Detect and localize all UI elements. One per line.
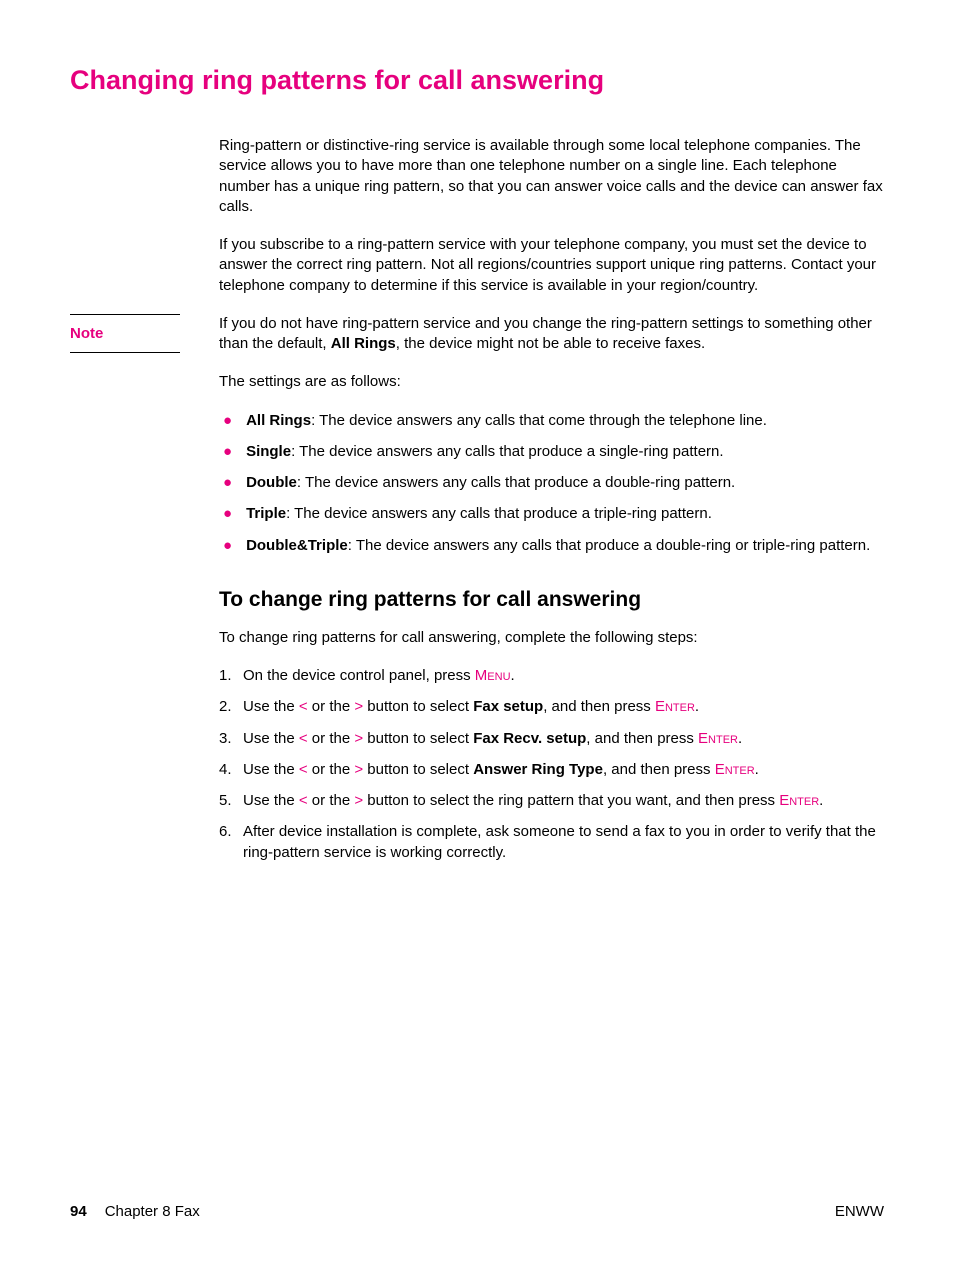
bullet-icon: ● xyxy=(223,504,232,524)
list-item: ● Triple: The device answers any calls t… xyxy=(219,504,884,524)
intro-para-1: Ring-pattern or distinctive-ring service… xyxy=(219,136,884,217)
period: . xyxy=(695,698,699,715)
steps-intro: To change ring patterns for call answeri… xyxy=(219,628,884,648)
note-post: , the device might not be able to receiv… xyxy=(396,335,705,352)
lt-icon: < xyxy=(299,698,308,715)
note-bold: All Rings xyxy=(331,335,396,352)
lt-icon: < xyxy=(299,761,308,778)
step-2: Use the < or the > button to select Fax … xyxy=(219,697,884,717)
bullet-desc: : The device answers any calls that come… xyxy=(311,412,767,429)
bullet-label: Triple xyxy=(246,505,286,522)
step-text: After device installation is complete, a… xyxy=(243,822,884,863)
step-text: Use the xyxy=(243,792,299,809)
page-title: Changing ring patterns for call answerin… xyxy=(70,65,884,96)
list-item: ● All Rings: The device answers any call… xyxy=(219,411,884,431)
lt-icon: < xyxy=(299,730,308,747)
key-enter: Enter xyxy=(655,698,695,715)
step-text: button to select the ring pattern that y… xyxy=(363,792,779,809)
note-text: If you do not have ring-pattern service … xyxy=(219,314,884,355)
step-text: On the device control panel, press xyxy=(243,667,475,684)
period: . xyxy=(738,730,742,747)
step-text: or the xyxy=(308,761,355,778)
step-bold: Fax Recv. setup xyxy=(473,730,586,747)
bullet-icon: ● xyxy=(223,536,232,556)
step-text: button to select xyxy=(363,698,473,715)
page-footer: 94 Chapter 8 Fax ENWW xyxy=(70,1203,884,1220)
step-text: , and then press xyxy=(543,698,655,715)
gt-icon: > xyxy=(354,698,363,715)
note-block: Note If you do not have ring-pattern ser… xyxy=(70,314,884,355)
step-text: , and then press xyxy=(603,761,715,778)
step-bold: Fax setup xyxy=(473,698,543,715)
lang-code: ENWW xyxy=(835,1203,884,1220)
bullet-label: Single xyxy=(246,443,291,460)
step-1: On the device control panel, press Menu. xyxy=(219,666,884,686)
key-enter: Enter xyxy=(779,792,819,809)
bullet-icon: ● xyxy=(223,473,232,493)
key-enter: Enter xyxy=(698,730,738,747)
bullet-icon: ● xyxy=(223,442,232,462)
step-text: button to select xyxy=(363,761,473,778)
bullet-label: Double&Triple xyxy=(246,537,348,554)
page-number: 94 xyxy=(70,1203,87,1220)
sub-heading: To change ring patterns for call answeri… xyxy=(219,588,884,612)
step-text: or the xyxy=(308,792,355,809)
step-4: Use the < or the > button to select Answ… xyxy=(219,760,884,780)
bullet-desc: : The device answers any calls that prod… xyxy=(286,505,712,522)
step-text: or the xyxy=(308,730,355,747)
period: . xyxy=(755,761,759,778)
gt-icon: > xyxy=(354,730,363,747)
step-5: Use the < or the > button to select the … xyxy=(219,791,884,811)
period: . xyxy=(819,792,823,809)
steps-list: On the device control panel, press Menu.… xyxy=(219,666,884,863)
bullet-desc: : The device answers any calls that prod… xyxy=(297,474,735,491)
period: . xyxy=(511,667,515,684)
list-item: ● Double&Triple: The device answers any … xyxy=(219,536,884,556)
lt-icon: < xyxy=(299,792,308,809)
settings-list: ● All Rings: The device answers any call… xyxy=(219,411,884,556)
step-3: Use the < or the > button to select Fax … xyxy=(219,729,884,749)
bullet-label: All Rings xyxy=(246,412,311,429)
bullet-desc: : The device answers any calls that prod… xyxy=(291,443,723,460)
step-bold: Answer Ring Type xyxy=(473,761,603,778)
list-item: ● Double: The device answers any calls t… xyxy=(219,473,884,493)
note-label: Note xyxy=(70,314,180,353)
key-enter: Enter xyxy=(715,761,755,778)
bullet-label: Double xyxy=(246,474,297,491)
step-text: Use the xyxy=(243,698,299,715)
key-menu: Menu xyxy=(475,667,511,684)
gt-icon: > xyxy=(354,792,363,809)
step-text: button to select xyxy=(363,730,473,747)
bullet-desc: : The device answers any calls that prod… xyxy=(348,537,871,554)
step-text: , and then press xyxy=(586,730,698,747)
chapter-label: Chapter 8 Fax xyxy=(105,1203,200,1220)
step-text: or the xyxy=(308,698,355,715)
gt-icon: > xyxy=(354,761,363,778)
step-text: Use the xyxy=(243,761,299,778)
intro-para-2: If you subscribe to a ring-pattern servi… xyxy=(219,235,884,296)
bullet-icon: ● xyxy=(223,411,232,431)
step-6: After device installation is complete, a… xyxy=(219,822,884,863)
step-text: Use the xyxy=(243,730,299,747)
list-item: ● Single: The device answers any calls t… xyxy=(219,442,884,462)
settings-intro: The settings are as follows: xyxy=(219,372,884,392)
